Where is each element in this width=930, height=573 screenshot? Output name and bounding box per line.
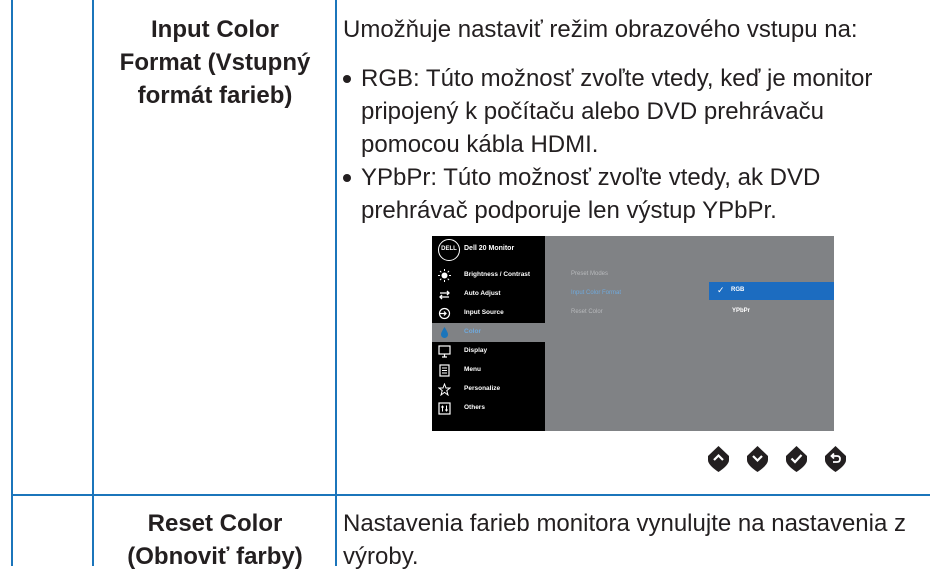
option-rgb-selected[interactable]: ✓ RGB (709, 282, 834, 300)
osd-sidebar: DELL Dell 20 Monitor Brightness / Contra… (432, 236, 545, 431)
reset-color-description: Nastavenia farieb monitora vynulujte na … (343, 510, 906, 570)
star-icon (438, 383, 451, 396)
osd-item-auto-adjust[interactable]: Auto Adjust (432, 285, 545, 304)
osd-item-color[interactable]: Color (432, 323, 545, 342)
display-icon (438, 345, 451, 358)
submenu-preset-modes[interactable]: Preset Modes (571, 271, 608, 277)
nav-down-button-icon[interactable] (746, 445, 769, 473)
table-left-border (11, 0, 13, 566)
table-column-divider-2 (335, 0, 337, 566)
input-color-format-description: Umožňuje nastaviť režim obrazového vstup… (343, 16, 858, 43)
osd-title: Dell 20 Monitor (464, 245, 515, 252)
row-divider (11, 494, 930, 496)
submenu-reset-color[interactable]: Reset Color (571, 309, 603, 315)
bullet-ypbpr: YPbPr: Túto možnosť zvoľte vtedy, ak DVD… (343, 161, 918, 227)
menu-icon (439, 364, 450, 377)
input-source-icon (438, 307, 451, 320)
term-reset-color: Reset Color (Obnoviť farby) (127, 510, 303, 570)
bullet-rgb: RGB: Túto možnosť zvoľte vtedy, keď je m… (343, 62, 918, 162)
osd-item-others[interactable]: Others (432, 399, 545, 418)
osd-item-brightness[interactable]: Brightness / Contrast (432, 266, 545, 285)
submenu-input-color-format[interactable]: Input Color Format (571, 290, 621, 296)
option-ypbpr[interactable]: YPbPr (732, 308, 750, 314)
osd-item-personalize[interactable]: Personalize (432, 380, 545, 399)
term-input-color-format: Input Color Format (Vstupný formát farie… (119, 16, 311, 109)
auto-adjust-icon (439, 290, 450, 300)
checkmark-icon: ✓ (717, 285, 725, 295)
color-drop-icon (441, 327, 448, 338)
osd-item-input-source[interactable]: Input Source (432, 304, 545, 323)
osd-menu-screenshot: DELL Dell 20 Monitor Brightness / Contra… (432, 236, 834, 431)
nav-select-button-icon[interactable] (785, 445, 808, 473)
nav-up-button-icon[interactable] (707, 445, 730, 473)
table-column-divider-1 (92, 0, 94, 566)
bullet-dot (343, 174, 351, 182)
nav-back-button-icon[interactable] (824, 445, 847, 473)
brightness-icon (438, 269, 451, 282)
osd-item-display[interactable]: Display (432, 342, 545, 361)
others-icon (438, 402, 451, 415)
bullet-dot (343, 75, 351, 83)
osd-item-menu[interactable]: Menu (432, 361, 545, 380)
dell-logo: DELL (438, 239, 460, 261)
